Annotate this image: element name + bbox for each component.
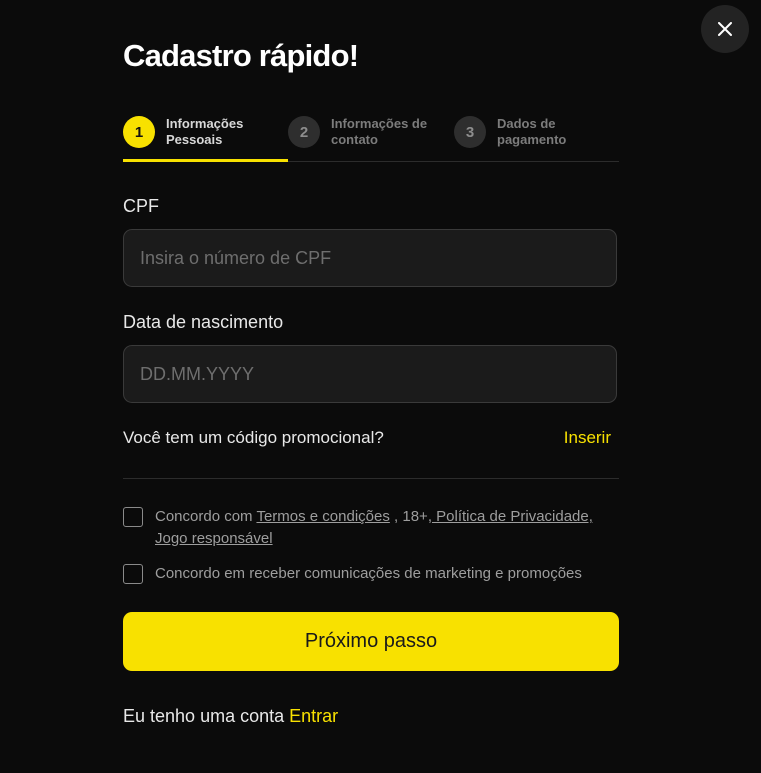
step-label: Dados de pagamento bbox=[497, 116, 597, 148]
marketing-checkbox[interactable] bbox=[123, 564, 143, 584]
close-button[interactable] bbox=[701, 5, 749, 53]
birthdate-input[interactable] bbox=[123, 345, 617, 403]
step-number: 3 bbox=[454, 116, 486, 148]
step-label-line: Informações de bbox=[331, 116, 428, 131]
step-payment-info[interactable]: 3 Dados de pagamento bbox=[454, 110, 597, 154]
cpf-label: CPF bbox=[123, 196, 159, 216]
privacy-policy-link[interactable]: , Política de Privacidade, bbox=[428, 508, 593, 525]
step-label-line: Pessoais bbox=[166, 132, 223, 147]
stepper: 1 Informações Pessoais 2 Informações de … bbox=[123, 104, 619, 162]
step-label-line: contato bbox=[331, 132, 378, 147]
active-step-indicator bbox=[123, 159, 288, 162]
marketing-consent-text: Concordo em receber comunicações de mark… bbox=[155, 565, 582, 582]
promo-code-insert-link[interactable]: Inserir bbox=[564, 428, 611, 448]
step-label: Informações Pessoais bbox=[166, 116, 266, 148]
step-label-line: Dados de bbox=[497, 116, 556, 131]
terms-middle: , 18+ bbox=[389, 508, 428, 525]
close-icon bbox=[718, 22, 732, 36]
step-contact-info[interactable]: 2 Informações de contato bbox=[288, 110, 431, 154]
marketing-consent: Concordo em receber comunicações de mark… bbox=[123, 563, 619, 585]
page-title: Cadastro rápido! bbox=[123, 38, 359, 73]
login-prompt-text: Eu tenho uma conta bbox=[123, 706, 290, 726]
responsible-gaming-link[interactable]: Jogo responsável bbox=[155, 530, 273, 547]
terms-link[interactable]: Termos e condições bbox=[256, 508, 389, 525]
login-prompt: Eu tenho uma conta Entrar bbox=[123, 706, 338, 727]
promo-code-question: Você tem um código promocional? bbox=[123, 428, 384, 447]
step-label-line: Informações bbox=[166, 116, 244, 131]
step-label-line: pagamento bbox=[497, 132, 567, 147]
cpf-input[interactable] bbox=[123, 229, 617, 287]
login-link[interactable]: Entrar bbox=[289, 706, 338, 726]
step-number: 2 bbox=[288, 116, 320, 148]
registration-modal: Cadastro rápido! 1 Informações Pessoais … bbox=[0, 0, 761, 773]
birthdate-label: Data de nascimento bbox=[123, 312, 284, 332]
terms-checkbox[interactable] bbox=[123, 507, 143, 527]
step-personal-info[interactable]: 1 Informações Pessoais bbox=[123, 110, 266, 154]
divider bbox=[123, 478, 619, 479]
terms-prefix: Concordo com bbox=[155, 508, 257, 525]
next-step-button[interactable]: Próximo passo bbox=[123, 612, 619, 671]
terms-consent: Concordo com Termos e condições , 18+, P… bbox=[123, 506, 619, 550]
terms-consent-text: Concordo com Termos e condições , 18+, P… bbox=[155, 506, 619, 550]
promo-code-row: Você tem um código promocional? Inserir bbox=[123, 428, 619, 450]
step-number: 1 bbox=[123, 116, 155, 148]
step-label: Informações de contato bbox=[331, 116, 431, 148]
